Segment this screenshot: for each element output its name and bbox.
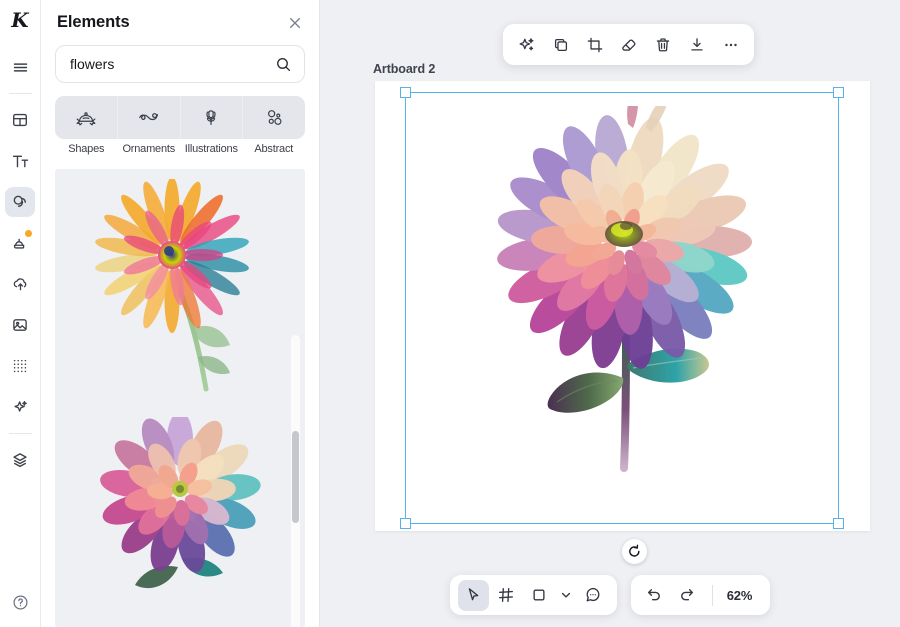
sparkle-icon[interactable] xyxy=(511,29,542,60)
resize-handle-bottom-right[interactable] xyxy=(833,518,844,529)
tab-label-abstract: Abstract xyxy=(254,143,294,155)
bottom-toolbar: 62% xyxy=(320,575,900,615)
left-rail: K xyxy=(0,0,41,627)
list-item[interactable] xyxy=(55,169,305,404)
tab-label-shapes: Shapes xyxy=(68,143,105,155)
upload-icon[interactable] xyxy=(5,269,35,299)
page-title: Elements xyxy=(57,13,130,31)
menu-icon[interactable] xyxy=(5,52,35,82)
tab-abstract[interactable] xyxy=(243,96,305,139)
kittl-editor: K Elements flowers Shapes Ornaments Illu… xyxy=(0,0,900,627)
search-box[interactable] xyxy=(55,45,305,83)
rail-divider-bottom xyxy=(8,433,32,434)
frame-icon[interactable] xyxy=(491,580,522,611)
resize-handle-top-right[interactable] xyxy=(833,87,844,98)
mockups-icon[interactable] xyxy=(5,228,35,258)
panel-scrollbar-thumb[interactable] xyxy=(292,431,299,523)
patterns-icon[interactable] xyxy=(5,351,35,381)
cursor-icon[interactable] xyxy=(457,579,489,611)
elements-icon[interactable] xyxy=(5,187,35,217)
category-labels: Shapes Ornaments Illustrations Abstract xyxy=(55,143,305,155)
text-icon[interactable] xyxy=(5,146,35,176)
watercolor-daisy-thumbnail xyxy=(95,179,249,392)
download-icon[interactable] xyxy=(681,29,712,60)
rotate-icon[interactable] xyxy=(622,539,647,564)
close-icon[interactable] xyxy=(285,13,305,33)
toolbar-divider xyxy=(711,584,713,606)
list-item[interactable] xyxy=(55,404,305,627)
chevron-down-icon[interactable] xyxy=(557,580,576,611)
effects-icon[interactable] xyxy=(5,392,35,422)
kittl-logo[interactable]: K xyxy=(0,0,41,41)
undo-icon[interactable] xyxy=(639,580,670,611)
comment-icon[interactable] xyxy=(578,580,609,611)
ellipsis-icon[interactable] xyxy=(715,29,746,60)
search-icon[interactable] xyxy=(275,56,292,73)
resize-handle-top-left[interactable] xyxy=(400,87,411,98)
elements-panel: Elements flowers Shapes Ornaments Illust… xyxy=(41,0,320,627)
mockups-badge xyxy=(24,229,33,238)
help-icon[interactable] xyxy=(7,589,33,615)
panel-header: Elements xyxy=(41,0,319,45)
photos-icon[interactable] xyxy=(5,310,35,340)
watercolor-dahlia-thumbnail xyxy=(100,416,261,604)
duplicate-icon[interactable] xyxy=(545,29,576,60)
object-toolbar xyxy=(503,24,754,65)
square-icon[interactable] xyxy=(524,580,555,611)
trash-icon[interactable] xyxy=(647,29,678,60)
layers-icon[interactable] xyxy=(5,445,35,475)
tab-label-ornaments: Ornaments xyxy=(122,143,176,155)
eraser-icon[interactable] xyxy=(613,29,644,60)
templates-icon[interactable] xyxy=(5,105,35,135)
search-results-grid xyxy=(55,169,305,627)
search-input[interactable] xyxy=(70,56,275,72)
artboard-label[interactable]: Artboard 2 xyxy=(373,62,435,76)
tab-illustrations[interactable] xyxy=(181,96,244,139)
search-wrapper xyxy=(41,45,319,83)
artboard[interactable] xyxy=(375,81,870,531)
flower-artwork xyxy=(496,106,752,472)
tools-group xyxy=(449,575,617,615)
history-zoom-group: 62% xyxy=(630,575,771,615)
tab-label-illustrations: Illustrations xyxy=(184,143,238,155)
zoom-level[interactable]: 62% xyxy=(722,588,762,603)
category-tabs xyxy=(55,96,305,139)
tab-ornaments[interactable] xyxy=(118,96,181,139)
tab-shapes[interactable] xyxy=(55,96,118,139)
crop-icon[interactable] xyxy=(579,29,610,60)
rail-divider-top xyxy=(8,93,32,94)
resize-handle-bottom-left[interactable] xyxy=(400,518,411,529)
redo-icon[interactable] xyxy=(672,580,703,611)
canvas-area[interactable]: Artboard 2 62% xyxy=(320,0,900,627)
